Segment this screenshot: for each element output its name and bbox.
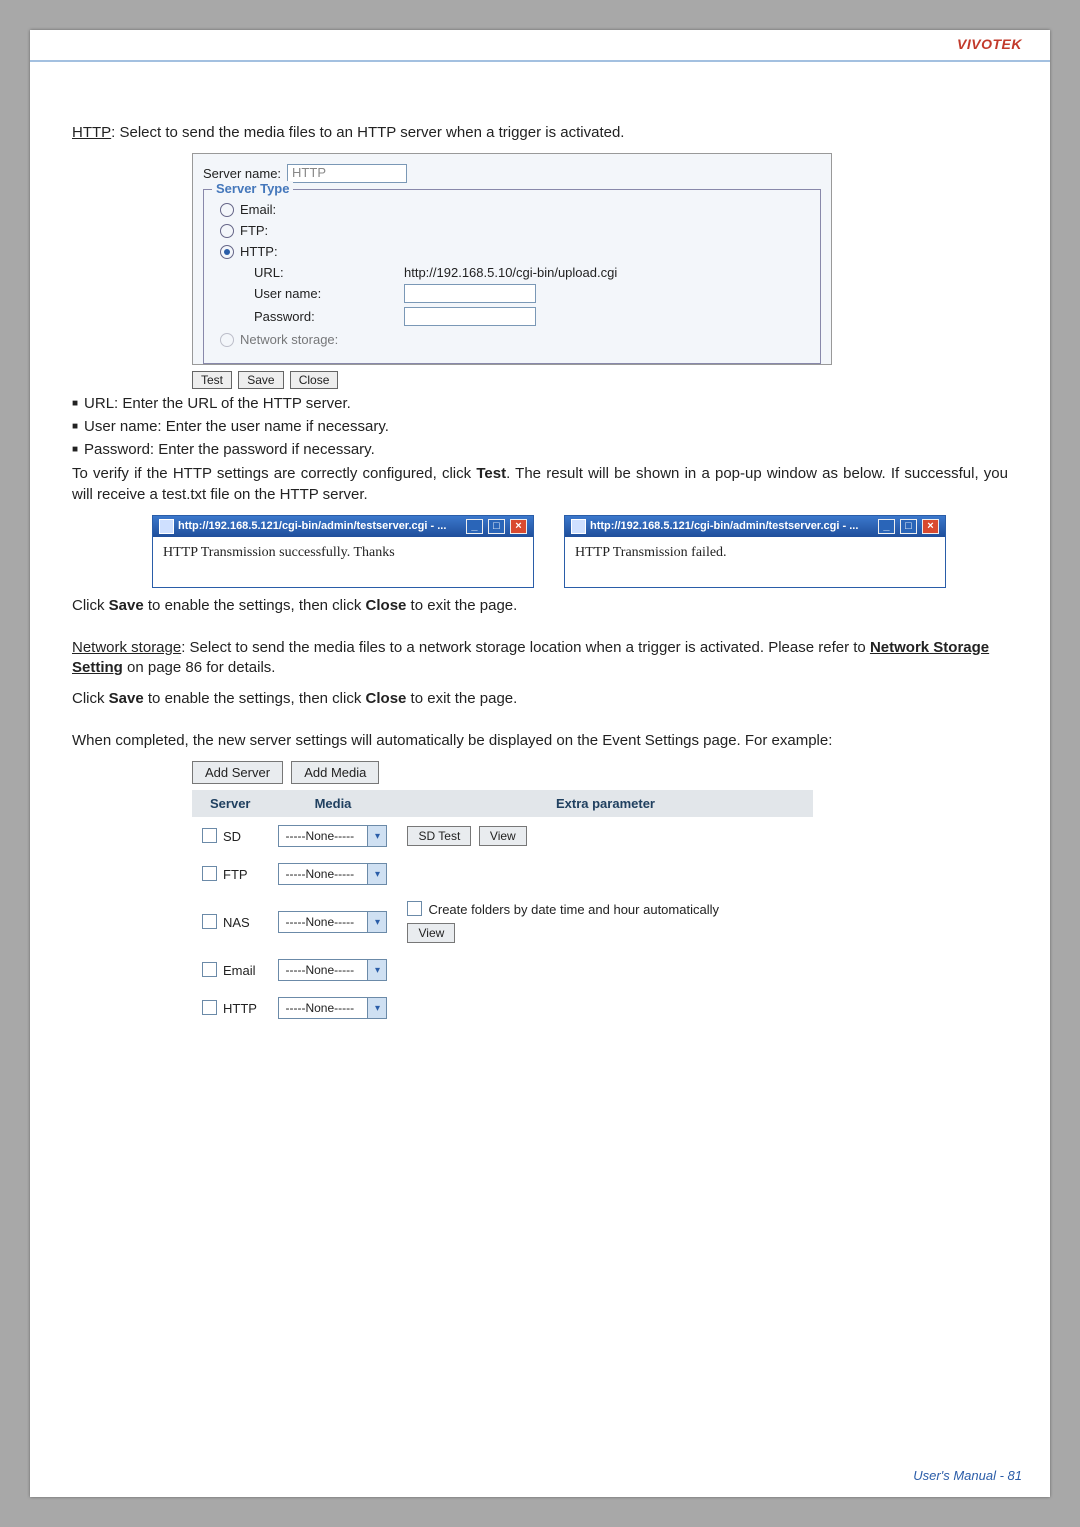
sd-test-button[interactable]: SD Test [407,826,471,846]
bullet-password: Password: Enter the password if necessar… [72,441,1008,458]
maximize-icon[interactable]: □ [488,519,505,534]
save-close-para1: Click Save to enable the settings, then … [72,596,1008,616]
server-name-label: Server name: [203,166,281,181]
popup-failed-body: HTTP Transmission failed. [565,537,945,587]
username-label: User name: [254,286,364,301]
page-footer: User's Manual - 81 [913,1468,1022,1483]
completed-para: When completed, the new server settings … [72,731,1008,751]
table-row: NAS -----None-----▾ Create folders by da… [192,893,813,951]
minimize-icon[interactable]: _ [466,519,483,534]
save-close-para2: Click Save to enable the settings, then … [72,689,1008,709]
event-table: Server Media Extra parameter SD -----Non… [192,790,813,1027]
view-button[interactable]: View [479,826,527,846]
row-label-email: Email [223,963,256,978]
save-button[interactable]: Save [238,371,283,389]
th-server: Server [192,790,268,817]
url-value[interactable]: http://192.168.5.10/cgi-bin/upload.cgi [404,265,617,280]
radio-network-storage[interactable] [220,333,234,347]
network-storage-para: Network storage: Select to send the medi… [72,638,1008,679]
http-intro-rest: : Select to send the media files to an H… [111,124,624,141]
radio-email[interactable] [220,203,234,217]
media-select-sd[interactable]: -----None-----▾ [278,825,387,847]
chevron-down-icon: ▾ [367,864,386,884]
maximize-icon[interactable]: □ [900,519,917,534]
th-media: Media [268,790,397,817]
bullet-url: URL: Enter the URL of the HTTP server. [72,395,1008,412]
close-icon[interactable]: × [510,519,527,534]
popup-success-body: HTTP Transmission successfully. Thanks [153,537,533,587]
http-label: HTTP: [240,244,278,259]
server-name-input[interactable]: HTTP [287,164,407,183]
chevron-down-icon: ▾ [367,960,386,980]
fieldset-legend: Server Type [212,181,293,196]
chevron-down-icon: ▾ [367,998,386,1018]
checkbox-sd[interactable] [202,828,217,843]
ie-icon [159,519,174,534]
checkbox-ftp[interactable] [202,866,217,881]
row-label-http: HTTP [223,1001,257,1016]
th-extra: Extra parameter [397,790,813,817]
popup-failed: http://192.168.5.121/cgi-bin/admin/tests… [564,515,946,588]
http-intro-prefix: HTTP [72,124,111,141]
http-intro: HTTP: Select to send the media files to … [72,123,1008,143]
close-icon[interactable]: × [922,519,939,534]
add-server-button[interactable]: Add Server [192,761,283,784]
checkbox-http[interactable] [202,1000,217,1015]
password-input[interactable] [404,307,536,326]
checkbox-nas-auto[interactable] [407,901,422,916]
media-select-nas[interactable]: -----None-----▾ [278,911,387,933]
username-input[interactable] [404,284,536,303]
radio-http[interactable] [220,245,234,259]
ftp-label: FTP: [240,223,268,238]
popup-success: http://192.168.5.121/cgi-bin/admin/tests… [152,515,534,588]
verify-para: To verify if the HTTP settings are corre… [72,464,1008,505]
view-button[interactable]: View [407,923,455,943]
minimize-icon[interactable]: _ [878,519,895,534]
popup-title-text: http://192.168.5.121/cgi-bin/admin/tests… [178,520,446,532]
chevron-down-icon: ▾ [367,912,386,932]
popup-title-text: http://192.168.5.121/cgi-bin/admin/tests… [590,520,858,532]
table-row: SD -----None-----▾ SD Test View [192,817,813,855]
brand-logo: VIVOTEK [957,36,1022,52]
nas-auto-label: Create folders by date time and hour aut… [428,902,719,917]
checkbox-nas[interactable] [202,914,217,929]
table-row: FTP -----None-----▾ [192,855,813,893]
media-select-email[interactable]: -----None-----▾ [278,959,387,981]
server-form: Server name: HTTP Server Type Email: FTP… [192,153,832,365]
url-label: URL: [254,265,364,280]
table-row: HTTP -----None-----▾ [192,989,813,1027]
close-button[interactable]: Close [290,371,339,389]
bullet-username: User name: Enter the user name if necess… [72,418,1008,435]
ie-icon [571,519,586,534]
network-storage-label: Network storage: [240,332,338,347]
chevron-down-icon: ▾ [367,826,386,846]
checkbox-email[interactable] [202,962,217,977]
email-label: Email: [240,202,276,217]
media-select-ftp[interactable]: -----None-----▾ [278,863,387,885]
row-label-sd: SD [223,829,241,844]
media-select-http[interactable]: -----None-----▾ [278,997,387,1019]
row-label-ftp: FTP [223,867,248,882]
test-button[interactable]: Test [192,371,232,389]
event-settings-area: Add Server Add Media Server Media Extra … [192,761,1008,1027]
password-label: Password: [254,309,364,324]
radio-ftp[interactable] [220,224,234,238]
row-label-nas: NAS [223,915,250,930]
table-row: Email -----None-----▾ [192,951,813,989]
add-media-button[interactable]: Add Media [291,761,379,784]
